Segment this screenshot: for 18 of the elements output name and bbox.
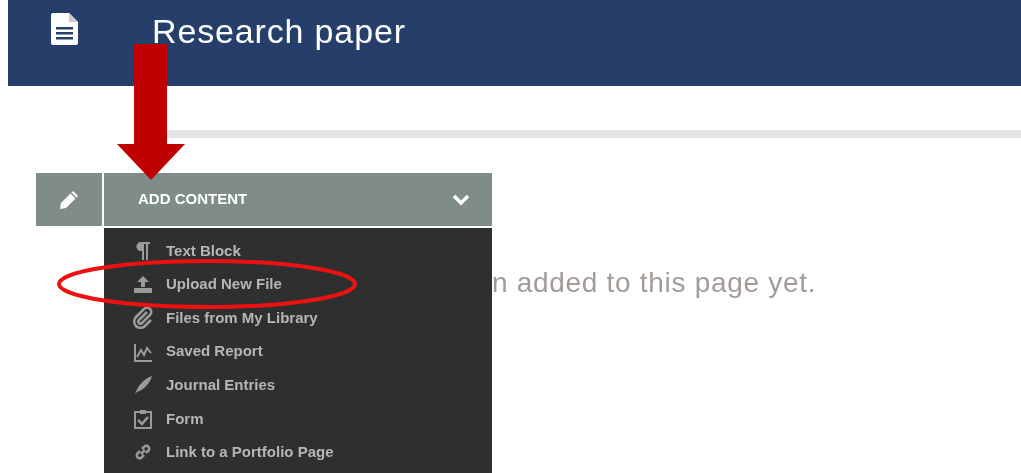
menu-item[interactable]: Link to a Portfolio Page bbox=[104, 435, 492, 470]
paperclip-icon bbox=[132, 307, 154, 329]
clipboard-check-icon bbox=[132, 407, 154, 430]
menu-item[interactable]: Upload New File bbox=[104, 267, 492, 302]
edit-button[interactable] bbox=[36, 173, 102, 226]
empty-message: n added to this page yet. bbox=[492, 266, 817, 300]
menu-item[interactable]: Form bbox=[104, 401, 492, 436]
add-content-dropdown[interactable]: ADD CONTENT bbox=[104, 173, 492, 226]
menu-item[interactable]: Text Block bbox=[104, 234, 492, 268]
upload-icon bbox=[132, 273, 154, 296]
pencil-icon bbox=[58, 188, 80, 211]
menu-item[interactable]: Files from My Library bbox=[104, 301, 492, 335]
menu-item[interactable]: Journal Entries bbox=[104, 368, 492, 402]
menu-item[interactable]: Saved Report bbox=[104, 334, 492, 369]
feather-icon bbox=[132, 374, 154, 397]
page-title: Research paper bbox=[152, 14, 406, 48]
document-icon bbox=[50, 12, 80, 46]
chevron-down-icon bbox=[452, 193, 470, 206]
